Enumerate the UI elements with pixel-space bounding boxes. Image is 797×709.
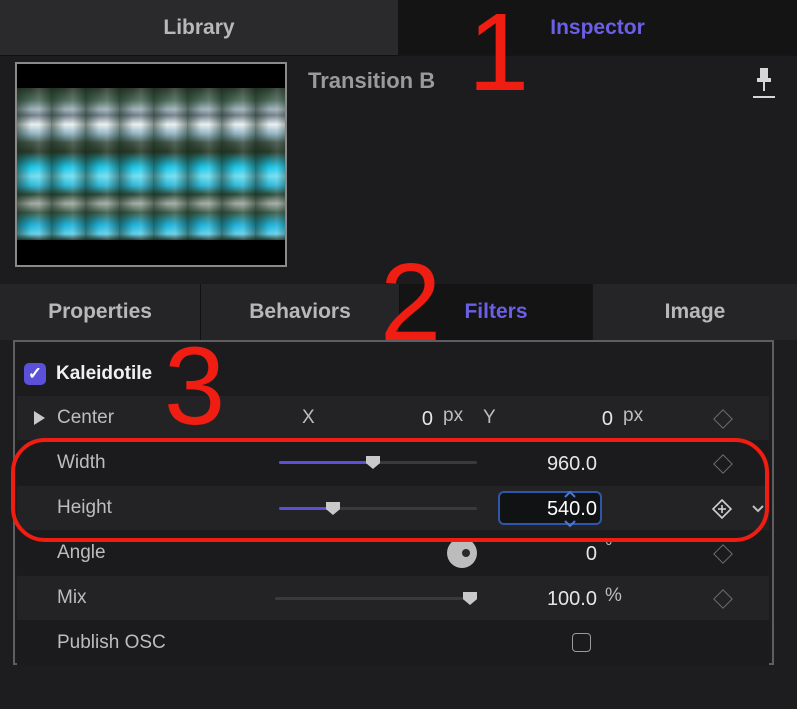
preview-thumbnail bbox=[15, 62, 287, 267]
angle-dial[interactable] bbox=[447, 538, 477, 568]
disclosure-triangle-icon[interactable] bbox=[34, 411, 45, 425]
center-y-label: Y bbox=[483, 407, 496, 428]
param-row-publish-osc: Publish OSC bbox=[17, 621, 769, 665]
keyframe-diamond-icon[interactable] bbox=[713, 409, 733, 429]
mix-value[interactable]: 100.0 bbox=[497, 588, 597, 611]
mix-unit: % bbox=[605, 585, 622, 606]
tab-library[interactable]: Library bbox=[0, 0, 398, 56]
highlight-outline bbox=[11, 438, 769, 542]
annotation-number-1: 1 bbox=[468, 0, 530, 114]
annotation-number-2: 2 bbox=[380, 241, 442, 364]
publish-osc-checkbox[interactable] bbox=[572, 633, 591, 652]
mix-slider-track[interactable] bbox=[275, 597, 473, 600]
param-label-publish-osc: Publish OSC bbox=[57, 632, 166, 653]
filter-header: ✓ Kaleidotile bbox=[24, 362, 152, 386]
mix-slider-thumb[interactable] bbox=[463, 592, 477, 605]
pin-icon[interactable] bbox=[753, 66, 775, 100]
tab-behaviors[interactable]: Behaviors bbox=[201, 284, 400, 340]
filter-enable-checkbox[interactable]: ✓ bbox=[24, 363, 46, 385]
center-y-unit: px bbox=[623, 405, 644, 426]
param-row-center: Center X 0 px Y 0 px bbox=[17, 396, 769, 440]
annotation-number-3: 3 bbox=[164, 325, 226, 448]
center-x-label: X bbox=[302, 407, 315, 428]
angle-value[interactable]: 0 bbox=[537, 543, 597, 566]
filter-name: Kaleidotile bbox=[56, 363, 153, 384]
center-y-value[interactable]: 0 bbox=[557, 408, 613, 431]
keyframe-diamond-icon[interactable] bbox=[713, 544, 733, 564]
param-label-angle: Angle bbox=[57, 542, 106, 563]
keyframe-diamond-icon[interactable] bbox=[713, 589, 733, 609]
center-x-value[interactable]: 0 bbox=[377, 408, 433, 431]
param-label-mix: Mix bbox=[57, 587, 87, 608]
param-row-mix: Mix 100.0 % bbox=[17, 576, 769, 620]
preview-image bbox=[17, 88, 285, 240]
param-label-center: Center bbox=[57, 407, 115, 428]
object-title: Transition B bbox=[308, 68, 436, 93]
tab-image[interactable]: Image bbox=[593, 284, 797, 340]
tab-inspector[interactable]: Inspector bbox=[398, 0, 797, 55]
center-x-unit: px bbox=[443, 405, 464, 426]
top-tab-bar: Library Inspector bbox=[0, 0, 797, 56]
